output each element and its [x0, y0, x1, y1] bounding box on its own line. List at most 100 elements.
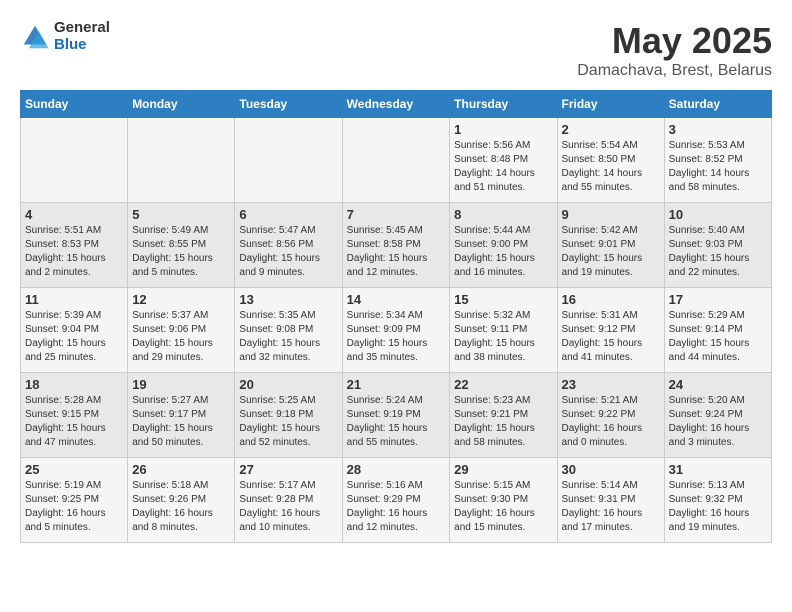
day-number: 24 — [669, 377, 767, 392]
day-number: 7 — [347, 207, 446, 222]
day-info: Sunrise: 5:39 AMSunset: 9:04 PMDaylight:… — [25, 309, 123, 365]
day-number: 30 — [562, 462, 660, 477]
day-cell: 2 Sunrise: 5:54 AMSunset: 8:50 PMDaylight… — [557, 118, 664, 203]
day-info: Sunrise: 5:47 AMSunset: 8:56 PMDaylight:… — [239, 224, 337, 280]
day-cell — [235, 118, 342, 203]
day-info: Sunrise: 5:31 AMSunset: 9:12 PMDaylight:… — [562, 309, 660, 365]
logo-text: General Blue — [54, 20, 110, 53]
day-cell: 14 Sunrise: 5:34 AMSunset: 9:09 PMDayligh… — [342, 288, 450, 373]
header-wednesday: Wednesday — [342, 91, 450, 118]
day-info: Sunrise: 5:54 AMSunset: 8:50 PMDaylight:… — [562, 139, 660, 195]
day-cell: 17Sunrise: 5:29 AMSunset: 9:14 PMDayligh… — [664, 288, 771, 373]
logo-general: General — [54, 20, 110, 37]
day-number: 13 — [239, 292, 337, 307]
week-row-4: 18Sunrise: 5:28 AMSunset: 9:15 PMDayligh… — [21, 373, 772, 458]
day-number: 2 — [562, 122, 660, 137]
day-cell: 27Sunrise: 5:17 AMSunset: 9:28 PMDayligh… — [235, 458, 342, 543]
day-info: Sunrise: 5:42 AMSunset: 9:01 PMDaylight:… — [562, 224, 660, 280]
day-number: 21 — [347, 377, 446, 392]
page-title: May 2025 — [577, 20, 772, 62]
day-cell: 9 Sunrise: 5:42 AMSunset: 9:01 PMDaylight… — [557, 203, 664, 288]
day-info: Sunrise: 5:14 AMSunset: 9:31 PMDaylight:… — [562, 479, 660, 535]
title-block: May 2025 Damachava, Brest, Belarus — [577, 20, 772, 80]
day-cell: 4 Sunrise: 5:51 AMSunset: 8:53 PMDaylight… — [21, 203, 128, 288]
day-cell: 12Sunrise: 5:37 AMSunset: 9:06 PMDayligh… — [128, 288, 235, 373]
day-info: Sunrise: 5:20 AMSunset: 9:24 PMDaylight:… — [669, 394, 767, 450]
day-number: 19 — [132, 377, 230, 392]
day-info: Sunrise: 5:15 AMSunset: 9:30 PMDaylight:… — [454, 479, 552, 535]
day-number: 20 — [239, 377, 337, 392]
day-number: 14 — [347, 292, 446, 307]
day-number: 29 — [454, 462, 552, 477]
page-header: General Blue May 2025 Damachava, Brest, … — [20, 20, 772, 80]
day-cell: 30 Sunrise: 5:14 AMSunset: 9:31 PMDayligh… — [557, 458, 664, 543]
day-number: 12 — [132, 292, 230, 307]
day-info: Sunrise: 5:28 AMSunset: 9:15 PMDaylight:… — [25, 394, 123, 450]
day-cell: 7 Sunrise: 5:45 AMSunset: 8:58 PMDaylight… — [342, 203, 450, 288]
day-cell: 23Sunrise: 5:21 AMSunset: 9:22 PMDayligh… — [557, 373, 664, 458]
day-cell: 5Sunrise: 5:49 AMSunset: 8:55 PMDaylight… — [128, 203, 235, 288]
week-row-5: 25 Sunrise: 5:19 AMSunset: 9:25 PMDayligh… — [21, 458, 772, 543]
header-thursday: Thursday — [450, 91, 557, 118]
day-info: Sunrise: 5:53 AMSunset: 8:52 PMDaylight:… — [669, 139, 767, 195]
day-number: 31 — [669, 462, 767, 477]
day-number: 4 — [25, 207, 123, 222]
header-row: SundayMondayTuesdayWednesdayThursdayFrid… — [21, 91, 772, 118]
day-info: Sunrise: 5:34 AMSunset: 9:09 PMDaylight:… — [347, 309, 446, 365]
day-cell: 28Sunrise: 5:16 AMSunset: 9:29 PMDayligh… — [342, 458, 450, 543]
calendar-body: 1 Sunrise: 5:56 AMSunset: 8:48 PMDaylight… — [21, 118, 772, 543]
day-number: 26 — [132, 462, 230, 477]
day-cell: 3Sunrise: 5:53 AMSunset: 8:52 PMDaylight… — [664, 118, 771, 203]
logo-blue: Blue — [54, 37, 110, 54]
day-cell: 21 Sunrise: 5:24 AMSunset: 9:19 PMDayligh… — [342, 373, 450, 458]
week-row-2: 4 Sunrise: 5:51 AMSunset: 8:53 PMDaylight… — [21, 203, 772, 288]
day-info: Sunrise: 5:40 AMSunset: 9:03 PMDaylight:… — [669, 224, 767, 280]
day-number: 5 — [132, 207, 230, 222]
day-info: Sunrise: 5:18 AMSunset: 9:26 PMDaylight:… — [132, 479, 230, 535]
day-cell — [21, 118, 128, 203]
day-number: 1 — [454, 122, 552, 137]
day-info: Sunrise: 5:44 AMSunset: 9:00 PMDaylight:… — [454, 224, 552, 280]
day-cell — [342, 118, 450, 203]
calendar-header: SundayMondayTuesdayWednesdayThursdayFrid… — [21, 91, 772, 118]
day-number: 10 — [669, 207, 767, 222]
day-number: 6 — [239, 207, 337, 222]
day-cell: 11Sunrise: 5:39 AMSunset: 9:04 PMDayligh… — [21, 288, 128, 373]
day-cell: 8 Sunrise: 5:44 AMSunset: 9:00 PMDaylight… — [450, 203, 557, 288]
header-monday: Monday — [128, 91, 235, 118]
day-number: 8 — [454, 207, 552, 222]
day-info: Sunrise: 5:19 AMSunset: 9:25 PMDaylight:… — [25, 479, 123, 535]
day-cell: 26 Sunrise: 5:18 AMSunset: 9:26 PMDayligh… — [128, 458, 235, 543]
day-cell: 15 Sunrise: 5:32 AMSunset: 9:11 PMDayligh… — [450, 288, 557, 373]
day-info: Sunrise: 5:35 AMSunset: 9:08 PMDaylight:… — [239, 309, 337, 365]
day-cell: 19Sunrise: 5:27 AMSunset: 9:17 PMDayligh… — [128, 373, 235, 458]
day-cell — [128, 118, 235, 203]
day-info: Sunrise: 5:51 AMSunset: 8:53 PMDaylight:… — [25, 224, 123, 280]
day-number: 15 — [454, 292, 552, 307]
day-info: Sunrise: 5:24 AMSunset: 9:19 PMDaylight:… — [347, 394, 446, 450]
day-info: Sunrise: 5:13 AMSunset: 9:32 PMDaylight:… — [669, 479, 767, 535]
day-cell: 24 Sunrise: 5:20 AMSunset: 9:24 PMDayligh… — [664, 373, 771, 458]
day-number: 25 — [25, 462, 123, 477]
day-number: 23 — [562, 377, 660, 392]
day-info: Sunrise: 5:23 AMSunset: 9:21 PMDaylight:… — [454, 394, 552, 450]
day-cell: 16Sunrise: 5:31 AMSunset: 9:12 PMDayligh… — [557, 288, 664, 373]
day-info: Sunrise: 5:16 AMSunset: 9:29 PMDaylight:… — [347, 479, 446, 535]
day-cell: 18Sunrise: 5:28 AMSunset: 9:15 PMDayligh… — [21, 373, 128, 458]
header-sunday: Sunday — [21, 91, 128, 118]
day-number: 9 — [562, 207, 660, 222]
day-info: Sunrise: 5:25 AMSunset: 9:18 PMDaylight:… — [239, 394, 337, 450]
day-number: 22 — [454, 377, 552, 392]
day-info: Sunrise: 5:56 AMSunset: 8:48 PMDaylight:… — [454, 139, 552, 195]
day-number: 27 — [239, 462, 337, 477]
logo-icon — [20, 22, 50, 52]
day-info: Sunrise: 5:32 AMSunset: 9:11 PMDaylight:… — [454, 309, 552, 365]
header-tuesday: Tuesday — [235, 91, 342, 118]
day-cell: 25 Sunrise: 5:19 AMSunset: 9:25 PMDayligh… — [21, 458, 128, 543]
day-info: Sunrise: 5:45 AMSunset: 8:58 PMDaylight:… — [347, 224, 446, 280]
week-row-3: 11Sunrise: 5:39 AMSunset: 9:04 PMDayligh… — [21, 288, 772, 373]
day-cell: 22 Sunrise: 5:23 AMSunset: 9:21 PMDayligh… — [450, 373, 557, 458]
week-row-1: 1 Sunrise: 5:56 AMSunset: 8:48 PMDaylight… — [21, 118, 772, 203]
day-number: 17 — [669, 292, 767, 307]
day-cell: 1 Sunrise: 5:56 AMSunset: 8:48 PMDaylight… — [450, 118, 557, 203]
